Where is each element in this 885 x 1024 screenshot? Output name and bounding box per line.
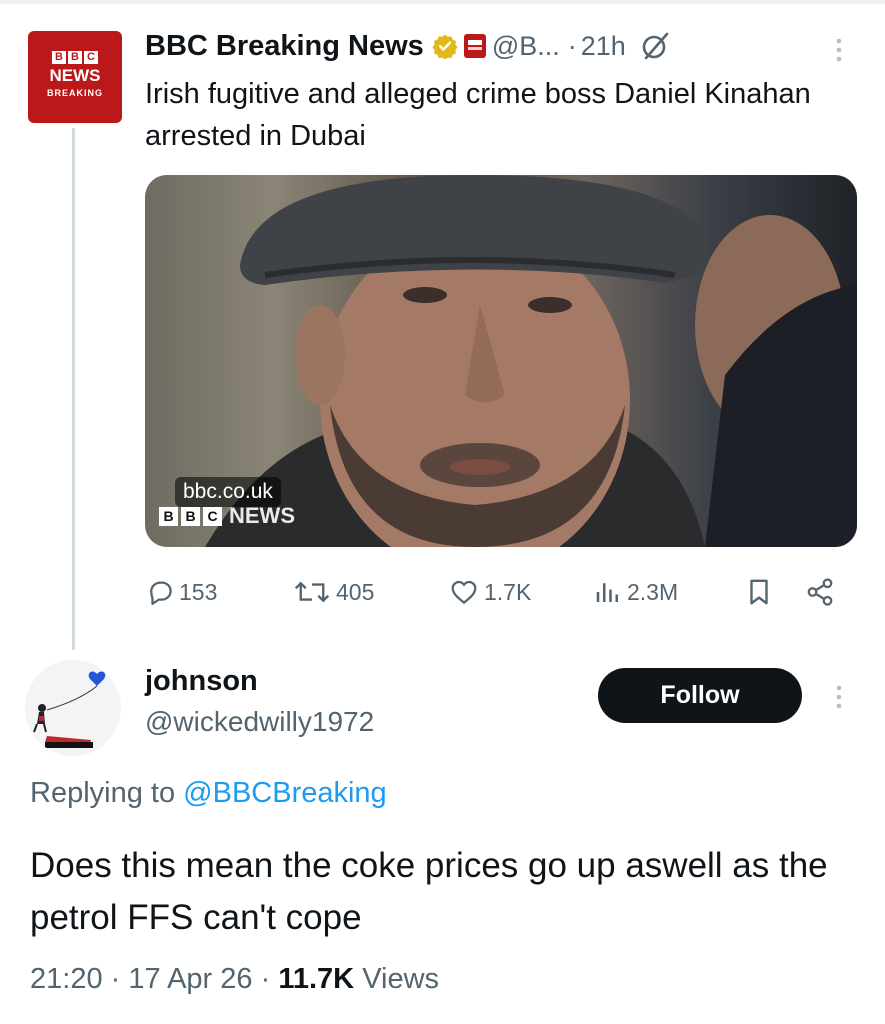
tweet-actions-bar: 153 405 1.7K 2.3M [0,574,885,610]
reply-user-name[interactable]: johnson [145,665,258,698]
follow-button[interactable]: Follow [598,668,802,723]
tweet-media-image[interactable]: bbc.co.uk B B C NEWS [145,175,857,547]
replying-to-handle-link[interactable]: @BBCBreaking [183,777,387,809]
avatar-breaking-text: BREAKING [46,88,103,98]
author-handle[interactable]: @B... [492,31,560,62]
bbc-logo-blocks: B B C [28,51,122,64]
reply-count: 153 [179,578,218,605]
tweet-header: BBC Breaking News @B... · 21h [145,28,670,64]
bbc-news-watermark: B B C NEWS [159,503,295,529]
watermark-letter: B [159,506,178,526]
avatar-news-text: NEWS [49,66,101,85]
reply-icon [150,581,172,605]
reply-user-handle[interactable]: @wickedwilly1972 [145,706,374,738]
author-name[interactable]: BBC Breaking News [145,30,424,63]
bookmark-action[interactable] [744,574,778,610]
bbc-letter: B [68,51,82,64]
grok-icon[interactable] [640,31,670,61]
reply-metadata: 21:20 · 17 Apr 26 · 11.7K Views [30,963,439,996]
meta-separator: · [110,963,121,995]
like-count: 1.7K [484,578,532,605]
repost-action[interactable]: 405 [292,574,374,610]
reply-tweet-text: Does this mean the coke prices go up asw… [30,846,828,937]
more-options-icon[interactable] [832,36,846,64]
reply-views-label: Views [362,963,440,995]
watermark-letter: B [181,506,200,526]
reply-action[interactable]: 153 [145,574,217,610]
view-count: 2.3M [627,578,679,605]
repost-icon [294,581,330,603]
reply-user-avatar[interactable] [25,660,121,756]
share-action[interactable] [804,574,840,610]
repost-count: 405 [336,578,375,605]
bookmark-icon [750,579,768,605]
more-options-icon[interactable] [832,683,846,711]
thread-connector-line [72,128,75,650]
replying-to-label: Replying to [30,777,176,809]
balloon-girl-avatar-art [25,660,121,756]
meta-separator: · [260,963,271,995]
tweet-time[interactable]: 21h [581,31,626,62]
tweet-text: Irish fugitive and alleged crime boss Da… [145,78,811,152]
views-action[interactable]: 2.3M [593,574,678,610]
bbc-letter: B [52,51,66,64]
replying-to-line: Replying to @BBCBreaking [30,777,387,810]
bbc-avatar[interactable]: B B C NEWS BREAKING [28,31,122,123]
reply-views-count: 11.7K [278,963,355,995]
top-divider [0,0,885,4]
watermark-text: NEWS [229,503,295,528]
reply-date[interactable]: 17 Apr 26 [128,963,252,995]
affiliate-logo-icon[interactable] [463,34,486,58]
share-icon [807,578,833,606]
analytics-icon [596,583,618,602]
bbc-letter: C [84,51,98,64]
like-action[interactable]: 1.7K [448,574,531,610]
verified-badge-icon[interactable] [432,33,458,59]
separator-dot: · [567,30,577,61]
watermark-letter: C [203,506,222,526]
reply-time[interactable]: 21:20 [30,963,103,995]
heart-icon [451,580,477,605]
